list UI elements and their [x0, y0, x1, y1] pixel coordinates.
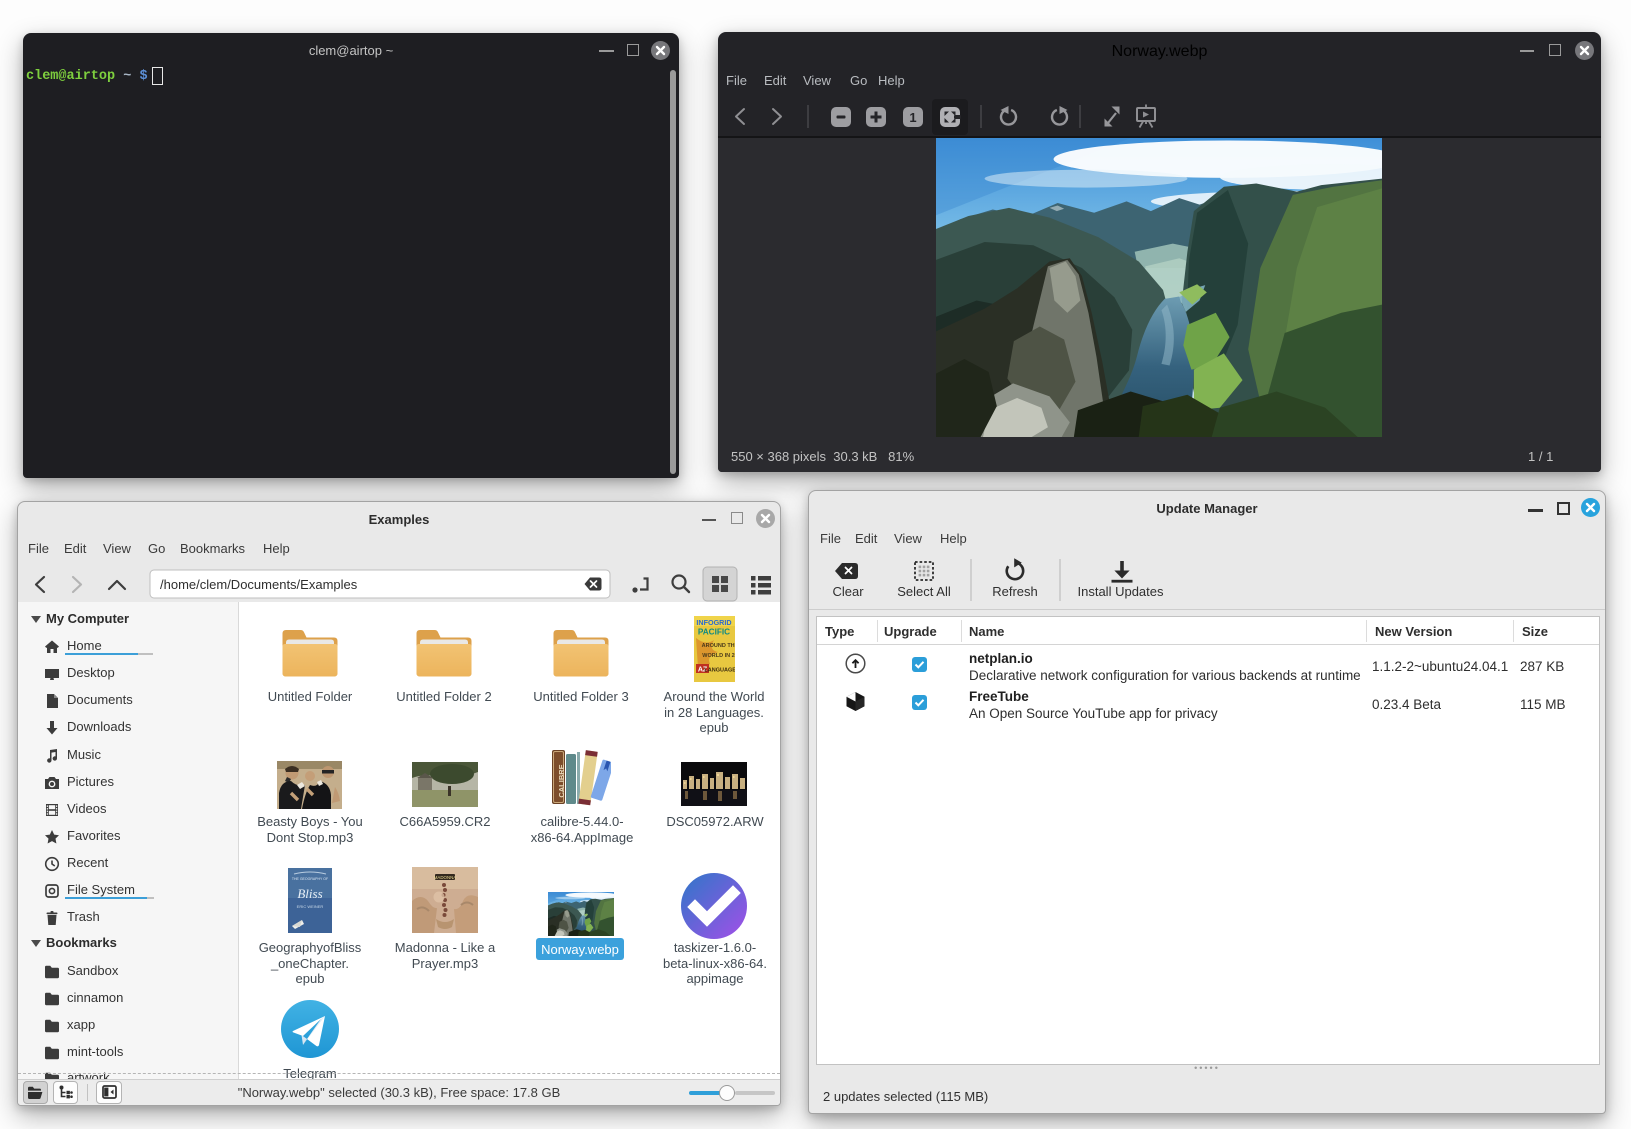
svg-text:1: 1	[909, 110, 916, 125]
svg-text:LANGUAGES: LANGUAGES	[704, 668, 735, 674]
svg-text:AROUND THE: AROUND THE	[702, 643, 735, 649]
svg-text:MADONNA: MADONNA	[434, 875, 457, 880]
svg-text:ERIC WEINER: ERIC WEINER	[297, 904, 324, 909]
svg-text:Bliss: Bliss	[297, 886, 322, 901]
svg-text:THE GEOGRAPHY OF: THE GEOGRAPHY OF	[292, 877, 328, 881]
svg-text:CALIBRE: CALIBRE	[557, 764, 566, 797]
svg-text:WORLD IN 28: WORLD IN 28	[702, 653, 735, 659]
svg-text:INFOGRID: INFOGRID	[696, 618, 731, 627]
svg-text:PACIFIC: PACIFIC	[698, 628, 730, 637]
